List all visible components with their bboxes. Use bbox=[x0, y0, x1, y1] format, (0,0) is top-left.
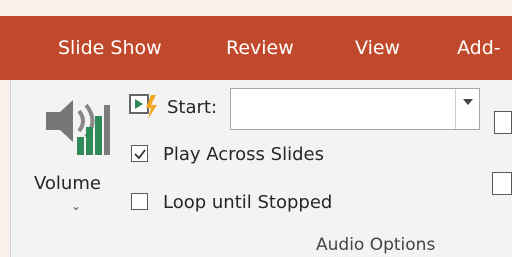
chevron-down-icon bbox=[463, 99, 473, 105]
tab-view[interactable]: View bbox=[355, 34, 400, 62]
start-trigger-icon bbox=[129, 94, 157, 119]
start-dropdown[interactable] bbox=[230, 88, 480, 130]
tab-review[interactable]: Review bbox=[226, 34, 294, 62]
tab-slide-show[interactable]: Slide Show bbox=[58, 34, 162, 62]
audio-options-group-label: Audio Options bbox=[316, 235, 436, 255]
start-label: Start: bbox=[167, 97, 218, 118]
checkmark-icon bbox=[134, 149, 146, 160]
partial-checkbox-bottom[interactable] bbox=[492, 172, 512, 195]
powerpoint-window: Slide Show Review View Add- Volume ⌄ Sta… bbox=[0, 0, 512, 257]
partial-checkbox-top[interactable] bbox=[494, 111, 512, 134]
volume-label: Volume bbox=[34, 173, 101, 194]
volume-chevron-down-icon: ⌄ bbox=[71, 199, 82, 213]
speaker-volume-icon bbox=[46, 100, 110, 155]
ribbon-tab-bar: Slide Show Review View Add- bbox=[0, 16, 512, 80]
play-across-slides-label: Play Across Slides bbox=[163, 144, 324, 165]
loop-until-stopped-box[interactable] bbox=[131, 193, 148, 210]
tab-add-ins[interactable]: Add- bbox=[457, 34, 501, 62]
loop-until-stopped-label: Loop until Stopped bbox=[163, 192, 333, 213]
start-dropdown-arrow[interactable] bbox=[455, 89, 479, 129]
